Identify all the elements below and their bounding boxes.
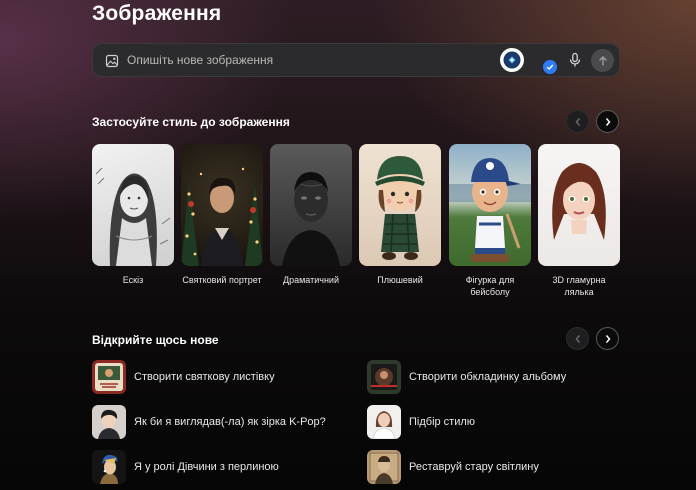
- discover-label: Створити святкову листівку: [134, 371, 275, 383]
- discover-label: Створити обкладинку альбому: [409, 371, 567, 383]
- check-icon: [546, 64, 554, 70]
- pearl-earring-thumb: [92, 450, 126, 484]
- styles-prev-button[interactable]: [566, 110, 589, 133]
- chevron-left-icon: [575, 117, 580, 126]
- style-card-holiday-portrait[interactable]: Святковий портрет: [181, 144, 263, 286]
- prompt-input[interactable]: [127, 44, 487, 76]
- dramatic-portrait-image: [270, 144, 352, 266]
- discover-item-pearl-earring[interactable]: Я у ролі Дівчини з перлиною: [92, 450, 279, 484]
- discover-item-style-match[interactable]: Підбір стилю: [367, 405, 475, 439]
- chevron-right-icon: [605, 117, 610, 126]
- image-icon[interactable]: [105, 54, 119, 68]
- style-match-thumb: [367, 405, 401, 439]
- style-card-dramatic[interactable]: Драматичний: [270, 144, 352, 286]
- style-card-baseball[interactable]: Фігурка для бейсболу: [449, 144, 531, 298]
- style-card-plush[interactable]: Плюшевий: [359, 144, 441, 286]
- microphone-icon[interactable]: [567, 52, 583, 68]
- discover-section-title: Відкрийте щось нове: [92, 333, 219, 347]
- discover-label: Як би я виглядав(-ла) як зірка K-Pop?: [134, 416, 326, 428]
- holiday-card-thumb: [92, 360, 126, 394]
- designer-button[interactable]: [500, 48, 524, 72]
- style-label: Святковий портрет: [182, 275, 262, 285]
- style-label: Плюшевий: [377, 275, 423, 285]
- restore-photo-thumb: [367, 450, 401, 484]
- style-label: 3D гламурна лялька: [552, 275, 606, 297]
- style-card-glam-doll[interactable]: 3D гламурна лялька: [538, 144, 620, 298]
- chevron-right-icon: [605, 334, 610, 343]
- designer-logo-icon: [503, 51, 521, 69]
- discover-next-button[interactable]: [596, 327, 619, 350]
- page-title: Зображення: [92, 2, 222, 25]
- styles-next-button[interactable]: [596, 110, 619, 133]
- style-label: Драматичний: [283, 275, 339, 285]
- baseball-bobblehead-image: [449, 144, 531, 266]
- discover-prev-button[interactable]: [566, 327, 589, 350]
- prompt-bar: [92, 43, 620, 77]
- chevron-left-icon: [575, 334, 580, 343]
- kpop-thumb: [92, 405, 126, 439]
- discover-item-kpop[interactable]: Як би я виглядав(-ла) як зірка K-Pop?: [92, 405, 326, 439]
- style-label: Ескіз: [122, 275, 144, 285]
- glam-doll-image: [538, 144, 620, 266]
- styles-section-title: Застосуйте стиль до зображення: [92, 115, 290, 129]
- plush-doll-image: [359, 144, 441, 266]
- discover-item-holiday-card[interactable]: Створити святкову листівку: [92, 360, 275, 394]
- send-button[interactable]: [591, 49, 614, 72]
- discover-label: Я у ролі Дівчини з перлиною: [134, 461, 279, 473]
- sketch-portrait-image: [92, 144, 174, 266]
- discover-item-restore-photo[interactable]: Реставруй стару світлину: [367, 450, 539, 484]
- style-label: Фігурка для бейсболу: [465, 275, 515, 297]
- holiday-portrait-image: [181, 144, 263, 266]
- style-card-sketch[interactable]: Ескіз: [92, 144, 174, 286]
- discover-label: Підбір стилю: [409, 416, 476, 428]
- check-badge: [543, 60, 557, 74]
- discover-label: Реставруй стару світлину: [409, 461, 539, 473]
- arrow-up-icon: [598, 55, 607, 65]
- album-cover-thumb: [367, 360, 401, 394]
- discover-item-album-cover[interactable]: Створити обкладинку альбому: [367, 360, 566, 394]
